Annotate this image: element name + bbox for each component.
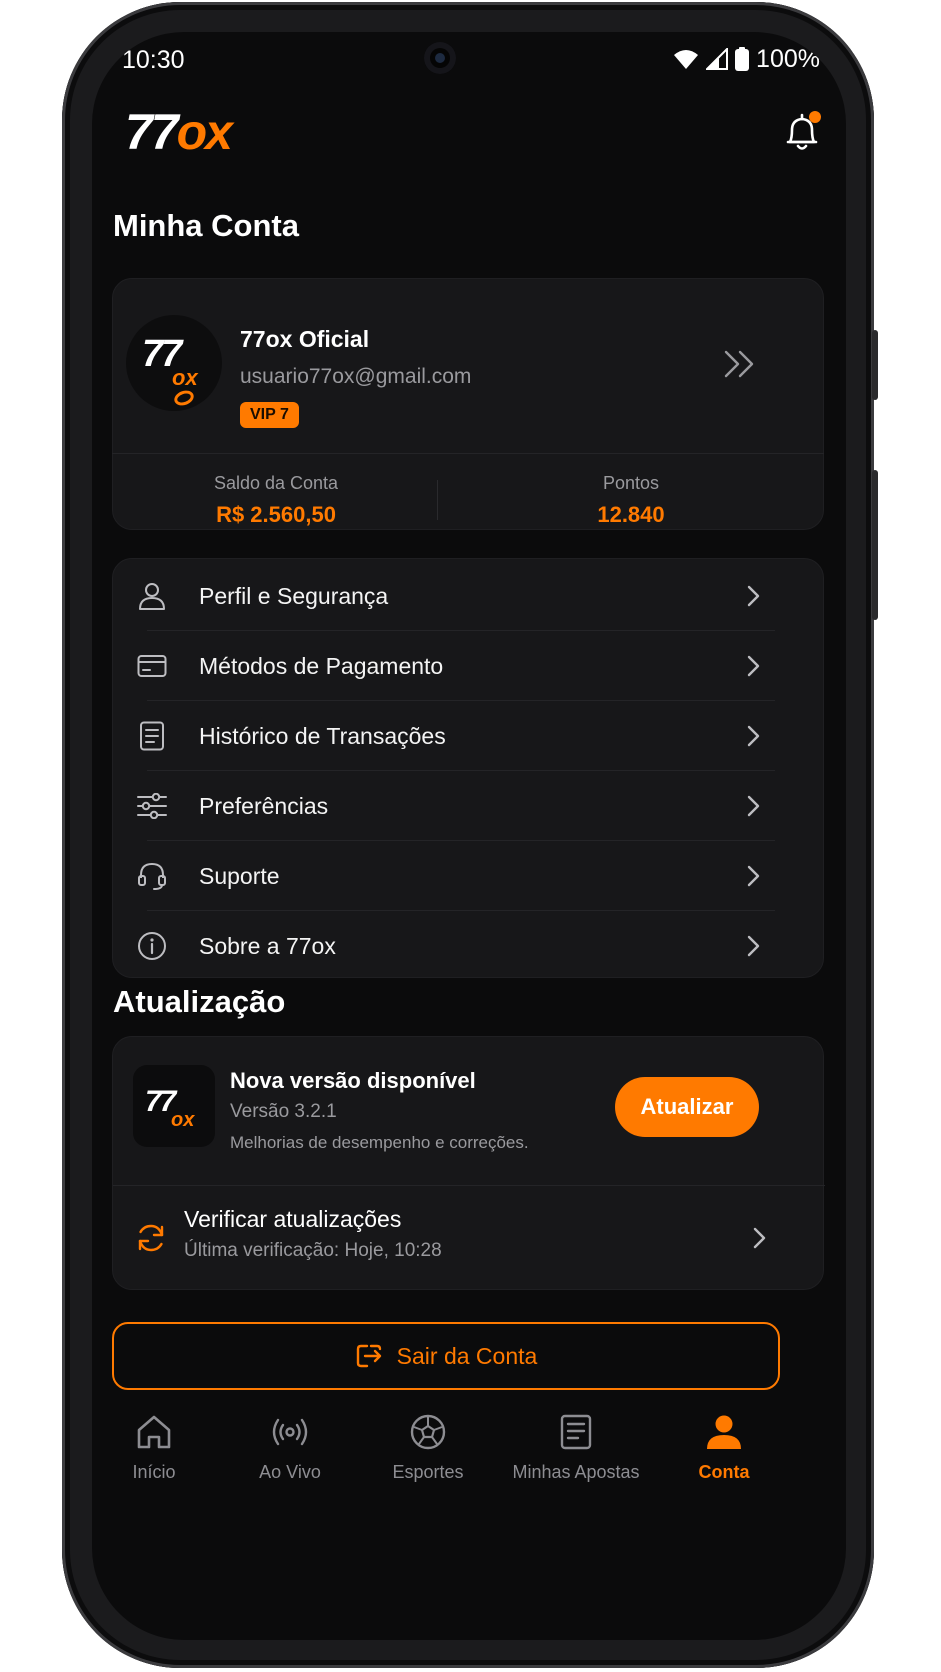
tab-my-bets[interactable]: Minhas Apostas [506, 1408, 646, 1488]
user-icon [135, 579, 169, 613]
headset-icon [135, 859, 169, 893]
battery-percentage: 100% [756, 44, 820, 73]
app-tile: 77 ox [133, 1065, 215, 1147]
tab-label: Início [132, 1462, 176, 1482]
logo-suffix: ox [176, 104, 233, 160]
tab-label: Minhas Apostas [512, 1462, 640, 1482]
logo-number: 77 [125, 104, 179, 160]
check-updates-subtitle: Última verificação: Hoje, 10:28 [184, 1240, 442, 1261]
chevron-right-icon [747, 725, 760, 747]
chevron-right-icon [747, 585, 760, 607]
sliders-icon [135, 789, 169, 823]
avatar: 77 ox [126, 315, 222, 411]
tab-label: Esportes [392, 1462, 464, 1482]
profile-divider [112, 453, 824, 454]
menu-label: Preferências [199, 792, 329, 819]
logout-label: Sair da Conta [396, 1342, 538, 1369]
signal-icon [706, 48, 729, 70]
check-updates-title: Verificar atualizações [184, 1206, 402, 1232]
menu-item-transaction-history[interactable]: Histórico de Transações [127, 699, 777, 773]
status-time: 10:30 [122, 46, 185, 74]
tile-suffix: ox [171, 1109, 195, 1131]
info-icon [135, 929, 169, 963]
logout-icon [356, 1344, 381, 1368]
status-icons: 100% [673, 44, 820, 74]
menu-card: Perfil e Segurança Métodos de Pagamento … [112, 558, 824, 978]
update-button[interactable]: Atualizar [615, 1077, 759, 1137]
app-logo: 77ox [125, 104, 233, 160]
menu-label: Suporte [199, 862, 280, 889]
avatar-suffix: ox [172, 365, 198, 390]
account-section-title: Minha Conta [113, 208, 299, 243]
chevron-right-icon [747, 935, 760, 957]
profile-header-link[interactable]: 77 ox 77ox Oficial usuario77ox@gmail.com… [112, 278, 824, 450]
refresh-icon [138, 1224, 164, 1252]
profile-name: 77ox Oficial [240, 326, 370, 352]
update-title: Nova versão disponível [230, 1068, 476, 1093]
home-icon [137, 1415, 171, 1449]
menu-item-support[interactable]: Suporte [127, 839, 777, 913]
tab-home[interactable]: Início [92, 1408, 224, 1488]
menu-label: Métodos de Pagamento [199, 652, 444, 679]
soccer-ball-icon [410, 1414, 446, 1450]
balance-value: R$ 2.560,50 [216, 502, 336, 527]
tab-label: Ao Vivo [259, 1462, 321, 1482]
update-description: Melhorias de desempenho e correções. [230, 1133, 529, 1152]
menu-label: Sobre a 77ox [199, 932, 336, 959]
front-camera [424, 42, 456, 74]
side-button [872, 330, 878, 400]
points-value: 12.840 [597, 502, 665, 527]
tile-number: 77 [145, 1085, 176, 1118]
menu-label: Perfil e Segurança [199, 582, 389, 609]
chevron-right-icon [747, 795, 760, 817]
menu-item-about[interactable]: Sobre a 77ox [127, 909, 777, 983]
update-section-title: Atualização [113, 984, 286, 1019]
menu-item-profile-security[interactable]: Perfil e Segurança [127, 559, 777, 633]
wifi-icon [674, 50, 699, 69]
vip-badge: VIP 7 [240, 402, 299, 428]
tab-sports[interactable]: Esportes [358, 1408, 498, 1488]
app-screen: 10:30 100% 77ox Minha Conta 77 ox 77ox O… [92, 32, 846, 1640]
avatar-logo-mark [172, 388, 196, 408]
profile-email: usuario77ox@gmail.com [240, 365, 472, 388]
check-updates-row[interactable]: Verificar atualizações Última verificaçã… [113, 1186, 825, 1290]
user-filled-icon [707, 1415, 741, 1449]
double-chevron-right-icon [724, 350, 754, 378]
live-broadcast-icon [272, 1418, 308, 1446]
credit-card-icon [135, 649, 169, 683]
bet-slip-icon [560, 1414, 592, 1450]
menu-item-preferences[interactable]: Preferências [127, 769, 777, 843]
tab-account[interactable]: Conta [654, 1408, 794, 1488]
document-icon [135, 719, 169, 753]
menu-item-payment-methods[interactable]: Métodos de Pagamento [127, 629, 777, 703]
tab-live[interactable]: Ao Vivo [220, 1408, 360, 1488]
logout-button[interactable]: Sair da Conta [112, 1322, 780, 1390]
update-card: 77 ox Nova versão disponível Versão 3.2.… [112, 1036, 825, 1290]
battery-icon [735, 47, 750, 71]
notification-badge [809, 111, 821, 123]
menu-label: Histórico de Transações [199, 722, 446, 749]
update-version: Versão 3.2.1 [230, 1101, 337, 1122]
points-label: Pontos [602, 473, 660, 493]
volume-button [872, 470, 878, 620]
tab-label: Conta [698, 1462, 750, 1482]
chevron-right-icon [747, 655, 760, 677]
chevron-right-icon [747, 865, 760, 887]
chevron-right-icon [753, 1227, 766, 1249]
balance-label: Saldo da Conta [213, 473, 339, 493]
